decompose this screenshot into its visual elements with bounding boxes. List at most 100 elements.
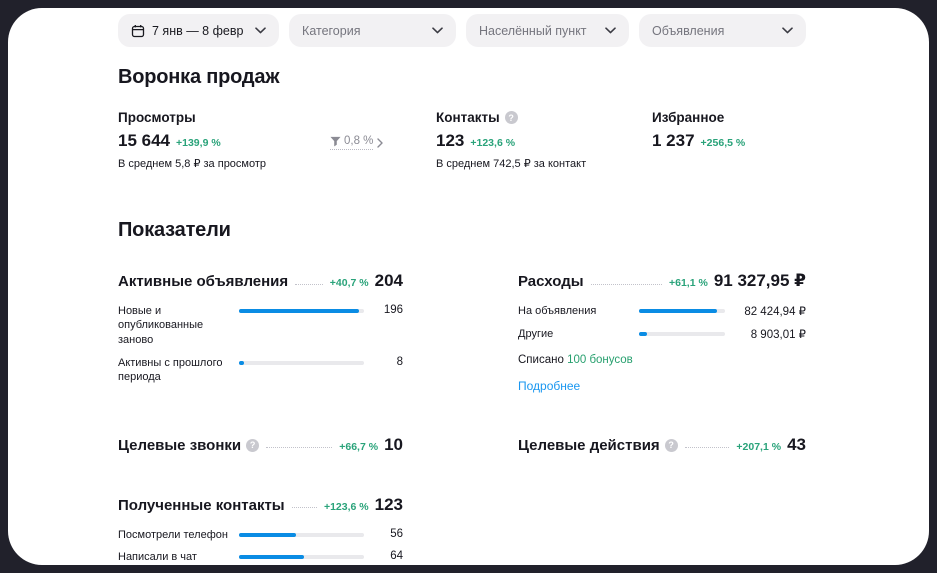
active-ads-total: 204 bbox=[374, 271, 403, 290]
category-filter-label: Категория bbox=[302, 23, 361, 38]
date-range-filter[interactable]: 7 янв — 8 февр bbox=[118, 14, 280, 47]
metric-favorites-title: Избранное bbox=[652, 110, 725, 125]
date-range-label: 7 янв — 8 февр bbox=[152, 23, 244, 38]
bonus-note: Списано 100 бонусов bbox=[518, 354, 806, 366]
stat-row-value: 64 bbox=[390, 549, 403, 562]
target-calls-title: Целевые звонки bbox=[118, 436, 242, 454]
chevron-down-icon bbox=[255, 27, 266, 34]
bar-fill bbox=[239, 532, 296, 537]
bar-fill bbox=[239, 309, 360, 313]
target-actions-title: Целевые действия bbox=[518, 436, 660, 454]
stat-row: Посмотрели телефон 56 bbox=[118, 528, 403, 542]
funnel-section-title: Воронка продаж bbox=[118, 66, 280, 88]
stat-row-value: 56 bbox=[390, 527, 403, 540]
bar-track bbox=[239, 532, 364, 537]
stat-block-expenses: Расходы +61,1 % 91 327,95 ₽ На объявлени… bbox=[518, 271, 806, 395]
chevron-down-icon bbox=[432, 27, 443, 34]
stat-row-value: 82 424,94 ₽ bbox=[744, 306, 806, 318]
category-filter[interactable]: Категория bbox=[289, 14, 457, 47]
metric-contacts-sub: В среднем 742,5 ₽ за контакт bbox=[436, 158, 587, 170]
metric-contacts-value: 123 bbox=[436, 131, 465, 150]
active-ads-title: Активные объявления bbox=[118, 273, 289, 290]
funnel-icon bbox=[330, 136, 341, 147]
details-link[interactable]: Подробнее bbox=[518, 379, 580, 393]
stat-row: Новые и опубликованные заново 196 bbox=[118, 304, 403, 347]
target-calls-total: 10 bbox=[384, 434, 403, 454]
metric-contacts: Контакты ? 123 +123,6 % В среднем 742,5 … bbox=[436, 110, 652, 170]
conversion-value: 0,8 % bbox=[344, 135, 374, 147]
target-actions-trend: +207,1 % bbox=[736, 440, 782, 453]
dotted-leader bbox=[266, 447, 333, 449]
metric-views-trend: +139,9 % bbox=[176, 137, 221, 149]
stat-row: Активны с прошлого периода 8 bbox=[118, 356, 403, 385]
metric-contacts-title: Контакты bbox=[436, 110, 500, 125]
bar-fill bbox=[639, 332, 648, 337]
metric-favorites-value: 1 237 bbox=[652, 131, 695, 150]
conversion-badge[interactable]: 0,8 % bbox=[330, 135, 436, 150]
help-icon[interactable]: ? bbox=[504, 111, 518, 124]
bar-fill bbox=[239, 360, 244, 365]
dotted-leader bbox=[684, 447, 730, 449]
location-filter[interactable]: Населённый пункт bbox=[466, 14, 630, 47]
bar-track bbox=[639, 309, 725, 313]
stat-row-value: 8 bbox=[396, 355, 403, 368]
received-contacts-total: 123 bbox=[374, 494, 403, 514]
analytics-card: 7 янв — 8 февр Категория Населённый пунк… bbox=[8, 8, 929, 565]
dotted-leader bbox=[291, 507, 317, 509]
chevron-down-icon bbox=[605, 27, 616, 34]
stat-row-value: 8 903,01 ₽ bbox=[750, 329, 806, 342]
bar-track bbox=[639, 332, 725, 337]
active-ads-trend: +40,7 % bbox=[329, 277, 369, 289]
bonus-note-prefix: Списано bbox=[518, 353, 564, 366]
help-icon[interactable]: ? bbox=[246, 438, 260, 452]
metric-views-title: Просмотры bbox=[118, 110, 196, 125]
metric-views-sub: В среднем 5,8 ₽ за просмотр bbox=[118, 158, 267, 170]
bar-track bbox=[239, 360, 364, 365]
filter-bar: 7 янв — 8 февр Категория Населённый пунк… bbox=[118, 14, 807, 47]
stat-row: Другие 8 903,01 ₽ bbox=[518, 327, 806, 341]
bar-track bbox=[239, 309, 364, 313]
expenses-trend: +61,1 % bbox=[668, 277, 708, 289]
stat-row-label: Другие bbox=[518, 328, 554, 341]
indicators-grid: Активные объявления +40,7 % 204 Новые и … bbox=[118, 271, 806, 565]
stat-block-active-ads: Активные объявления +40,7 % 204 Новые и … bbox=[118, 271, 403, 384]
funnel-metrics: Просмотры 15 644 +139,9 % В среднем 5,8 … bbox=[118, 110, 806, 170]
stat-row-label: Новые и опубликованные заново bbox=[118, 305, 204, 346]
expenses-title: Расходы bbox=[518, 273, 584, 290]
received-contacts-title: Полученные контакты bbox=[118, 496, 285, 514]
expenses-total: 91 327,95 ₽ bbox=[713, 271, 806, 290]
indicators-section-title: Показатели bbox=[118, 219, 231, 241]
stat-row-value: 196 bbox=[383, 304, 403, 316]
stat-row-label: Активны с прошлого периода bbox=[118, 356, 223, 384]
location-filter-label: Населённый пункт bbox=[479, 23, 587, 38]
dashboard-page: 7 янв — 8 февр Категория Населённый пунк… bbox=[0, 0, 937, 573]
stat-row-label: Посмотрели телефон bbox=[118, 528, 228, 541]
metric-views: Просмотры 15 644 +139,9 % В среднем 5,8 … bbox=[118, 110, 330, 170]
help-icon[interactable]: ? bbox=[664, 438, 678, 452]
stat-block-received-contacts: Полученные контакты +123,6 % 123 Посмотр… bbox=[118, 495, 403, 565]
chevron-down-icon bbox=[782, 27, 793, 34]
bar-fill bbox=[639, 309, 717, 313]
bar-track bbox=[239, 554, 364, 559]
ads-filter-label: Объявления bbox=[652, 23, 725, 38]
dotted-leader bbox=[590, 283, 662, 285]
metric-favorites-trend: +256,5 % bbox=[700, 137, 746, 149]
received-contacts-trend: +123,6 % bbox=[323, 500, 369, 513]
stat-row-label: Написали в чат bbox=[118, 550, 197, 563]
ads-filter[interactable]: Объявления bbox=[639, 14, 807, 47]
target-actions-total: 43 bbox=[787, 434, 806, 454]
metric-views-value: 15 644 bbox=[118, 131, 170, 150]
calendar-icon bbox=[131, 24, 145, 38]
stat-row-label: На объявления bbox=[518, 305, 597, 317]
bar-fill bbox=[239, 554, 305, 559]
target-calls-trend: +66,7 % bbox=[339, 440, 379, 453]
chevron-right-icon bbox=[377, 137, 384, 148]
dotted-leader bbox=[295, 283, 323, 285]
bonus-link[interactable]: 100 бонусов bbox=[567, 354, 633, 366]
stat-block-target-calls: Целевые звонки ? +66,7 % 10 bbox=[118, 435, 403, 455]
stat-block-target-actions: Целевые действия ? +207,1 % 43 bbox=[518, 435, 806, 455]
stat-row: Написали в чат 64 bbox=[118, 550, 403, 564]
stat-row: На объявления 82 424,94 ₽ bbox=[518, 304, 806, 318]
metric-contacts-trend: +123,6 % bbox=[470, 137, 516, 149]
metric-favorites: Избранное 1 237 +256,5 % bbox=[652, 110, 806, 151]
